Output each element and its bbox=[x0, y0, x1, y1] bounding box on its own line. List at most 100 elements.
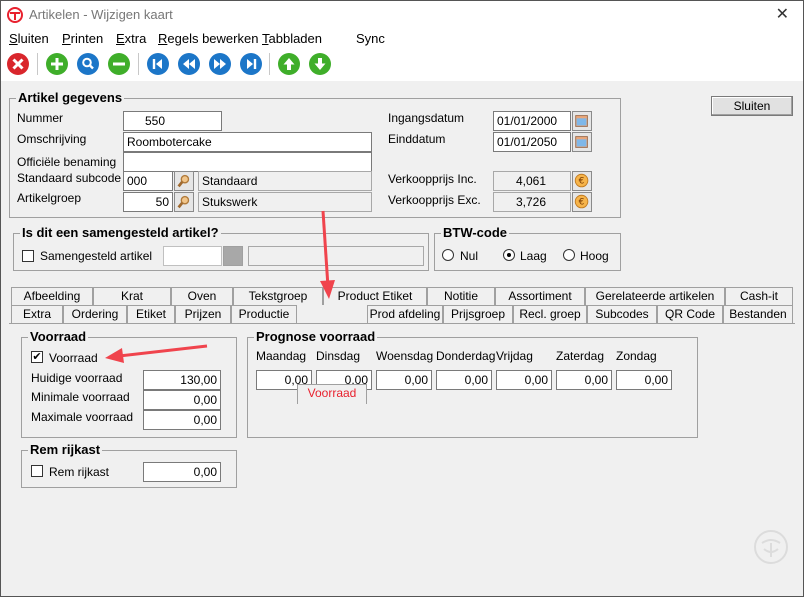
tab-tekstgroep[interactable]: Tekstgroep bbox=[233, 287, 323, 305]
svg-text:€: € bbox=[579, 177, 585, 187]
prognose-field-donderdag[interactable]: 0,00 bbox=[436, 370, 492, 390]
voorraad-check-label: Voorraad bbox=[49, 351, 98, 365]
tab-bestanden[interactable]: Bestanden bbox=[723, 305, 793, 323]
tab-qr-code[interactable]: QR Code bbox=[657, 305, 723, 323]
omschrijving-field[interactable]: Roombotercake bbox=[123, 132, 372, 152]
maximale-voorraad-field[interactable]: 0,00 bbox=[143, 410, 221, 430]
day-label-dinsdag: Dinsdag bbox=[316, 349, 361, 363]
remove-icon[interactable] bbox=[107, 52, 131, 76]
verkoopprijs-exc-euro-icon[interactable]: € bbox=[572, 192, 592, 212]
tab-voorraad[interactable]: Voorraad bbox=[297, 384, 367, 404]
tab-prijsgroep[interactable]: Prijsgroep bbox=[443, 305, 513, 323]
tab-gerelateerde-artikelen[interactable]: Gerelateerde artikelen bbox=[585, 287, 725, 305]
verkoopprijs-exc-field: 3,726 bbox=[493, 192, 571, 212]
first-icon[interactable] bbox=[146, 52, 170, 76]
artikelgroep-lookup-magnifier-icon[interactable] bbox=[174, 192, 194, 212]
standaard-subcode-label: Standaard subcode bbox=[17, 171, 122, 185]
rem-rijkast-field[interactable]: 0,00 bbox=[143, 462, 221, 482]
voorraad-title: Voorraad bbox=[28, 329, 89, 344]
samengesteld-checkbox[interactable] bbox=[22, 250, 34, 262]
menu-extra[interactable]: Extra bbox=[116, 31, 146, 46]
tab-oven[interactable]: Oven bbox=[171, 287, 233, 305]
officiele-benaming-field[interactable] bbox=[123, 152, 372, 172]
huidige-voorraad-field[interactable]: 130,00 bbox=[143, 370, 221, 390]
tab-krat[interactable]: Krat bbox=[93, 287, 171, 305]
window-close-icon[interactable]: ✕ bbox=[776, 4, 789, 24]
up-icon[interactable] bbox=[277, 52, 301, 76]
rem-rijkast-label: Rem rijkast bbox=[49, 465, 110, 479]
tab-product-etiket[interactable]: Product Etiket bbox=[323, 287, 427, 305]
menu-sluiten[interactable]: Sluiten bbox=[9, 31, 49, 46]
ingangsdatum-calendar-icon[interactable] bbox=[572, 111, 592, 131]
rem-rijkast-checkbox[interactable] bbox=[31, 465, 43, 477]
day-label-zaterdag: Zaterdag bbox=[556, 349, 605, 363]
tab-prijzen[interactable]: Prijzen bbox=[175, 305, 231, 323]
day-label-maandag: Maandag bbox=[256, 349, 307, 363]
artikelgroep-description: Stukswerk bbox=[198, 192, 372, 212]
btw-label-hoog: Hoog bbox=[580, 249, 609, 263]
svg-text:€: € bbox=[579, 198, 585, 208]
prognose-field-zaterdag[interactable]: 0,00 bbox=[556, 370, 612, 390]
tab-cash-it[interactable]: Cash-it bbox=[725, 287, 793, 305]
samengesteld-title: Is dit een samengesteld artikel? bbox=[20, 225, 221, 240]
day-label-woensdag: Woensdag bbox=[376, 349, 434, 363]
einddatum-calendar-icon[interactable] bbox=[572, 132, 592, 152]
artikelgroep-field[interactable]: 50 bbox=[123, 192, 173, 212]
artikel-gegevens-title: Artikel gegevens bbox=[16, 90, 125, 105]
minimale-voorraad-field[interactable]: 0,00 bbox=[143, 390, 221, 410]
voorraad-checkbox[interactable]: ✔ bbox=[31, 351, 43, 363]
form-content: Sluiten Artikel gegevens Nummer 550 Omsc… bbox=[1, 81, 803, 596]
minimale-voorraad-label: Minimale voorraad bbox=[31, 390, 130, 404]
tab-subcodes[interactable]: Subcodes bbox=[587, 305, 657, 323]
einddatum-field[interactable]: 01/01/2050 bbox=[493, 132, 571, 152]
btw-label-nul: Nul bbox=[460, 249, 479, 263]
sluiten-button[interactable]: Sluiten bbox=[711, 96, 793, 116]
tab-recl-groep[interactable]: Recl. groep bbox=[513, 305, 587, 323]
menu-tabbladen[interactable]: Tabbladen bbox=[262, 31, 322, 46]
previous-icon[interactable] bbox=[177, 52, 201, 76]
tab-notitie[interactable]: Notitie bbox=[427, 287, 495, 305]
tab-ordering[interactable]: Ordering bbox=[63, 305, 127, 323]
menu-regels-bewerken[interactable]: Regels bewerken bbox=[158, 31, 258, 46]
artikelgroep-label: Artikelgroep bbox=[17, 191, 82, 205]
day-label-donderdag: Donderdag bbox=[436, 349, 496, 363]
add-icon[interactable] bbox=[45, 52, 69, 76]
btw-radio-hoog[interactable] bbox=[563, 249, 575, 261]
prognose-field-woensdag[interactable]: 0,00 bbox=[376, 370, 432, 390]
samengesteld-code-field[interactable] bbox=[163, 246, 222, 266]
tab-panel-top-border bbox=[9, 323, 795, 324]
btw-radio-nul[interactable] bbox=[442, 249, 454, 261]
huidige-voorraad-label: Huidige voorraad bbox=[31, 371, 123, 385]
ingangsdatum-field[interactable]: 01/01/2000 bbox=[493, 111, 571, 131]
nummer-field[interactable]: 550 bbox=[123, 111, 222, 131]
menu-printen[interactable]: Printen bbox=[62, 31, 103, 46]
menu-sync[interactable]: Sync bbox=[356, 31, 385, 46]
tab-assortiment[interactable]: Assortiment bbox=[495, 287, 585, 305]
maximale-voorraad-label: Maximale voorraad bbox=[31, 410, 134, 424]
prognose-voorraad-title: Prognose voorraad bbox=[254, 329, 378, 344]
einddatum-label: Einddatum bbox=[388, 132, 446, 146]
last-icon[interactable] bbox=[239, 52, 263, 76]
omschrijving-label: Omschrijving bbox=[17, 132, 87, 146]
prognose-field-vrijdag[interactable]: 0,00 bbox=[496, 370, 552, 390]
tab-etiket[interactable]: Etiket bbox=[127, 305, 175, 323]
watermark-logo-icon bbox=[754, 530, 788, 564]
tab-prod-afdeling[interactable]: Prod afdeling bbox=[367, 305, 443, 323]
subcode-field[interactable]: 000 bbox=[123, 171, 173, 191]
officiele-benaming-label: Officiële benaming bbox=[17, 155, 117, 169]
subcode-lookup-magnifier-icon[interactable] bbox=[174, 171, 194, 191]
delete-icon[interactable] bbox=[6, 52, 30, 76]
tab-afbeelding[interactable]: Afbeelding bbox=[11, 287, 93, 305]
tab-productie[interactable]: Productie bbox=[231, 305, 297, 323]
down-icon[interactable] bbox=[308, 52, 332, 76]
search-icon[interactable] bbox=[76, 52, 100, 76]
verkoopprijs-exc-label: Verkoopprijs Exc. bbox=[388, 193, 481, 207]
samengesteld-lookup-button[interactable] bbox=[223, 246, 243, 266]
app-logo-icon bbox=[7, 7, 23, 23]
tab-extra[interactable]: Extra bbox=[11, 305, 63, 323]
next-icon[interactable] bbox=[208, 52, 232, 76]
prognose-field-zondag[interactable]: 0,00 bbox=[616, 370, 672, 390]
toolbar bbox=[1, 47, 803, 81]
verkoopprijs-inc-euro-icon[interactable]: € bbox=[572, 171, 592, 191]
btw-radio-laag[interactable] bbox=[503, 249, 515, 261]
